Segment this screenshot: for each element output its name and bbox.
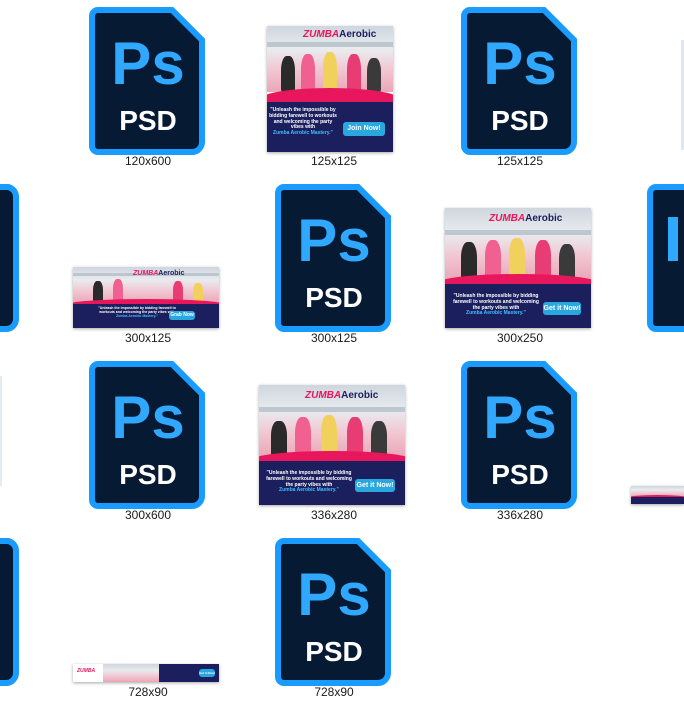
file-label: 300x600 xyxy=(124,508,172,522)
file-728x90-jpg[interactable]: ZUMBA Get it Now! 728x90 xyxy=(63,531,233,701)
ps-text: Ps xyxy=(111,384,184,451)
ps-text: Ps xyxy=(297,207,370,274)
psd-text: PSD xyxy=(491,105,549,136)
psd-text: PSD xyxy=(119,459,177,490)
photoshop-file-icon: Ps PSD xyxy=(461,7,577,155)
ps-text: Ps xyxy=(111,30,184,97)
file-label: 336x280 xyxy=(310,508,358,522)
banner-thumbnail: ZUMBAAerobic "Unleash the impossible by … xyxy=(445,208,591,328)
file-300x125-jpg[interactable]: ZUMBAAerobic "Unleash the impossible by … xyxy=(63,177,233,347)
file-label: 300x250 xyxy=(496,331,544,345)
file-label: 336x280 xyxy=(496,508,544,522)
file-300x125-psd[interactable]: Ps PSD 300x125 xyxy=(249,177,419,347)
file-label: 120x600 xyxy=(124,154,172,168)
psd-text: PSD xyxy=(119,105,177,136)
file-label: 300x125 xyxy=(124,331,172,345)
banner-thumbnail: ZUMBAAerobic "Unleash the impossible by … xyxy=(267,26,393,152)
banner-thumbnail: ZUMBA Get it Now! xyxy=(73,664,219,682)
file-label: 728x90 xyxy=(314,685,354,699)
partial-banner-thumbnail[interactable] xyxy=(631,486,684,504)
file-728x90-psd[interactable]: Ps PSD 728x90 xyxy=(249,531,419,701)
banner-thumbnail: ZUMBAAerobic "Unleash the impossible by … xyxy=(73,267,219,328)
file-125x125-psd[interactable]: Ps PSD 125x125 xyxy=(435,0,605,170)
file-120x600-psd[interactable]: Ps PSD 120x600 xyxy=(63,0,233,170)
file-label: 125x125 xyxy=(496,154,544,168)
file-label: 300x125 xyxy=(310,331,358,345)
photoshop-file-icon: Ps PSD xyxy=(461,361,577,509)
psd-text: PSD xyxy=(491,459,549,490)
partial-photoshop-file-icon[interactable] xyxy=(0,183,20,333)
partial-photoshop-file-icon[interactable] xyxy=(0,537,20,687)
ps-text: Ps xyxy=(483,384,556,451)
file-label: 125x125 xyxy=(310,154,358,168)
file-125x125-jpg[interactable]: ZUMBAAerobic "Unleash the impossible by … xyxy=(249,0,419,170)
photoshop-file-icon: Ps PSD xyxy=(89,361,205,509)
psd-text: PSD xyxy=(305,636,363,667)
file-300x600-psd[interactable]: Ps PSD 300x600 xyxy=(63,354,233,524)
partial-file-item[interactable] xyxy=(0,376,2,486)
psd-text: PSD xyxy=(305,282,363,313)
ps-text: Ps xyxy=(483,30,556,97)
photoshop-file-icon: Ps PSD xyxy=(89,7,205,155)
ps-text: Ps xyxy=(297,561,370,628)
photoshop-file-icon: Ps PSD xyxy=(275,538,391,686)
file-300x250-jpg[interactable]: ZUMBAAerobic "Unleash the impossible by … xyxy=(435,177,605,347)
photoshop-file-icon: Ps PSD xyxy=(275,184,391,332)
partial-photoshop-file-icon[interactable] xyxy=(646,183,684,333)
file-336x280-psd[interactable]: Ps PSD 336x280 xyxy=(435,354,605,524)
file-336x280-jpg[interactable]: ZUMBAAerobic "Unleash the impossible by … xyxy=(249,354,419,524)
banner-thumbnail: ZUMBAAerobic "Unleash the impossible by … xyxy=(259,385,405,505)
file-label: 728x90 xyxy=(128,685,168,699)
